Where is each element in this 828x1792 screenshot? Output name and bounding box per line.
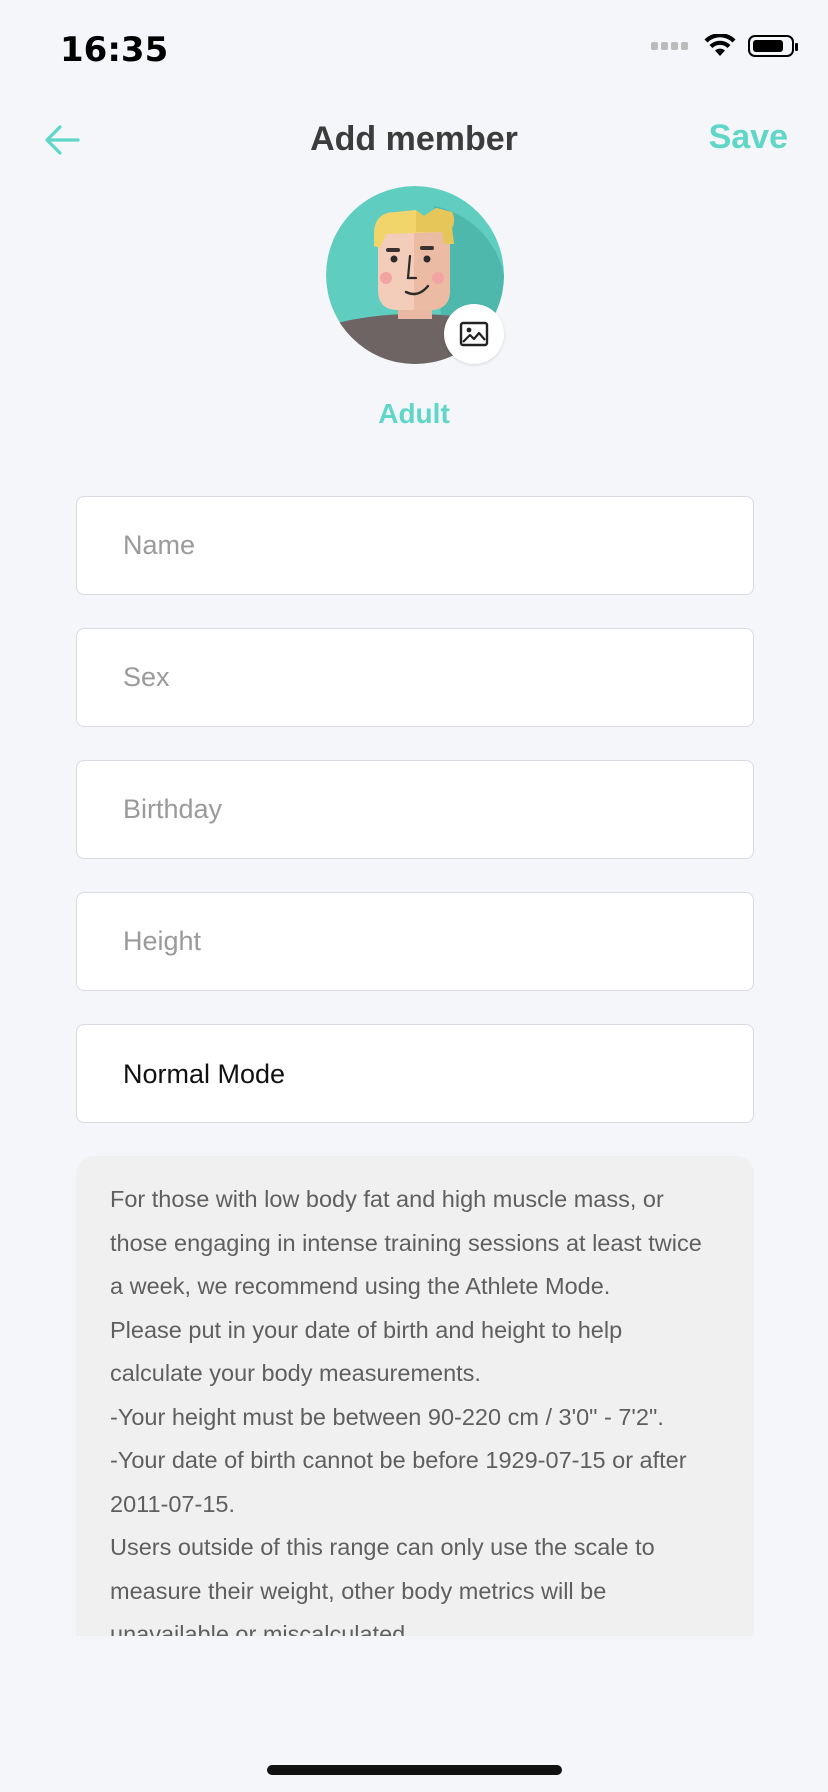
birthday-field[interactable] — [76, 760, 754, 859]
save-button[interactable]: Save — [709, 118, 788, 157]
height-field[interactable] — [76, 892, 754, 991]
name-input[interactable] — [77, 497, 753, 594]
info-paragraph: -Your date of birth cannot be before 192… — [110, 1447, 687, 1517]
mode-selector[interactable]: Normal Mode — [76, 1024, 754, 1123]
image-icon — [459, 321, 489, 347]
home-indicator — [267, 1765, 562, 1775]
birthday-input[interactable] — [77, 761, 753, 858]
status-time: 16:35 — [60, 30, 169, 70]
wifi-icon — [704, 34, 736, 56]
sex-field[interactable] — [76, 628, 754, 727]
nav-bar: Add member Save — [0, 100, 828, 180]
sex-input[interactable] — [77, 629, 753, 726]
status-bar: 16:35 — [0, 0, 828, 100]
info-box: For those with low body fat and high mus… — [76, 1156, 754, 1636]
height-input[interactable] — [77, 893, 753, 990]
info-paragraph: For those with low body fat and high mus… — [110, 1186, 702, 1299]
member-type-label: Adult — [378, 398, 450, 429]
info-paragraph: Users outside of this range can only use… — [110, 1534, 655, 1636]
avatar-container — [326, 186, 504, 364]
name-field[interactable] — [76, 496, 754, 595]
info-paragraph: -Your height must be between 90-220 cm /… — [110, 1403, 664, 1430]
battery-icon — [748, 35, 798, 57]
info-paragraph: Please put in your date of birth and hei… — [110, 1316, 623, 1387]
status-icons — [651, 34, 798, 58]
change-photo-button[interactable] — [444, 304, 504, 364]
mode-value: Normal Mode — [123, 1059, 286, 1089]
arrow-left-icon — [45, 125, 80, 155]
cellular-signal-icon — [651, 42, 688, 50]
page-title: Add member — [310, 120, 518, 158]
back-button[interactable] — [40, 118, 84, 162]
